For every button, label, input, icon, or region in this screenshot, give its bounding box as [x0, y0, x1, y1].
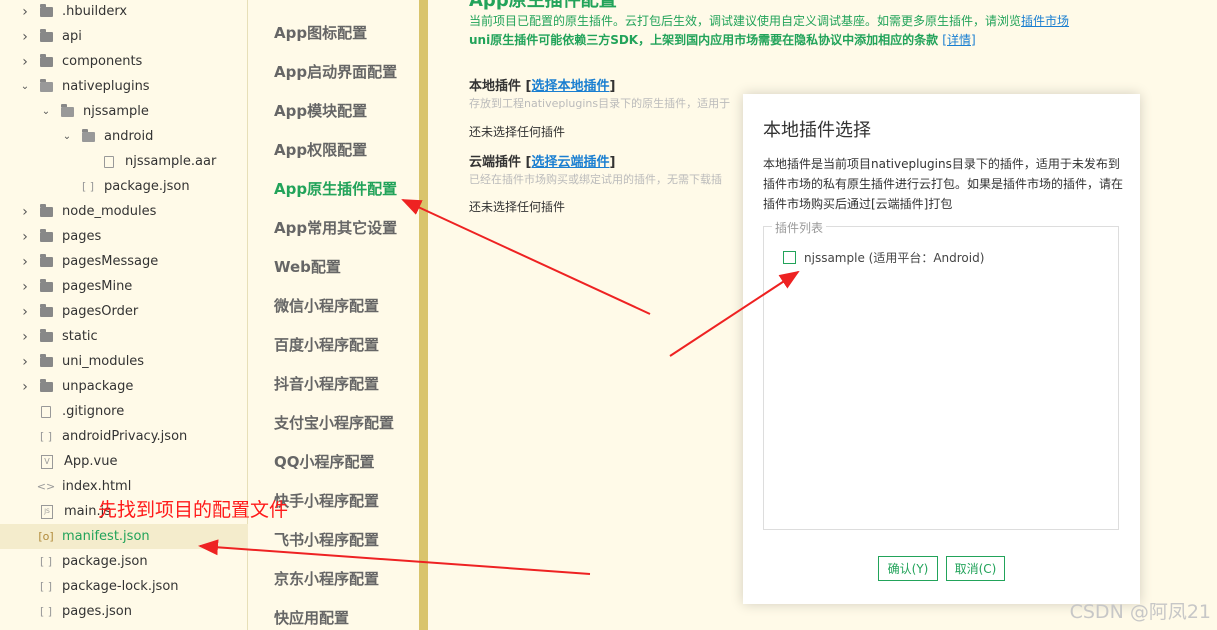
annotation-text: 先找到项目的配置文件 [98, 499, 289, 521]
annotation-arrows [198, 199, 800, 575]
arrow-to-nav-item [401, 199, 651, 315]
watermark: CSDN @阿凤21 [1069, 601, 1211, 623]
arrow-to-manifest [198, 539, 591, 575]
arrow-to-plugin-checkbox [669, 270, 800, 357]
